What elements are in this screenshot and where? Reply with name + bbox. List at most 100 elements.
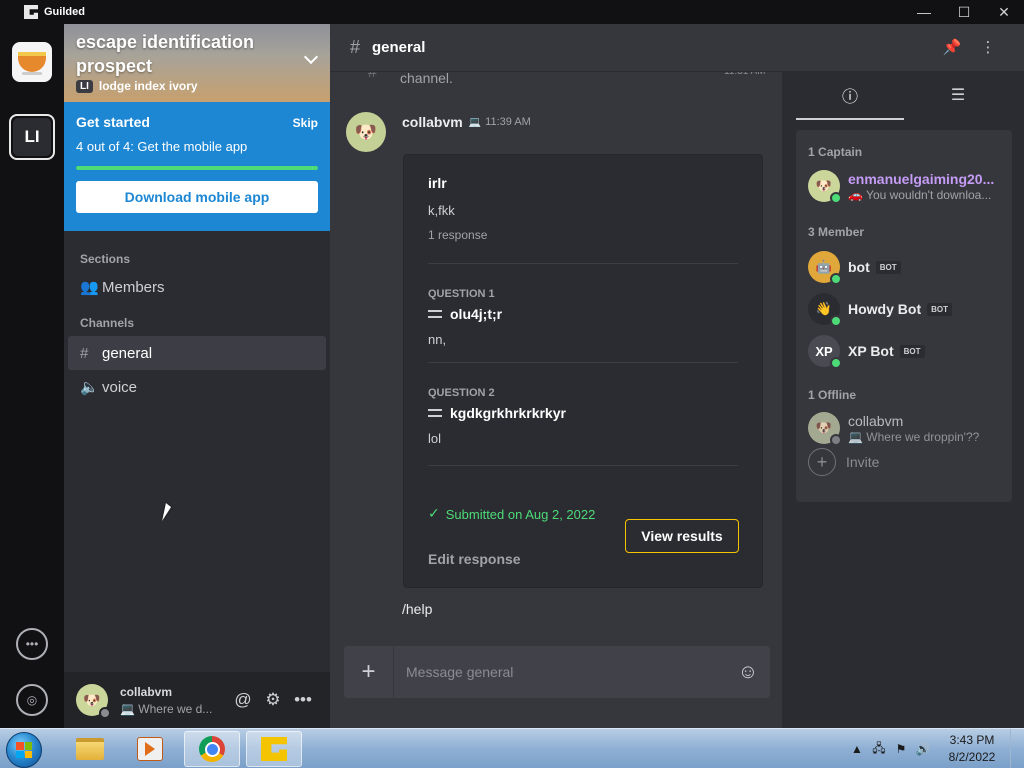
chat-area: # channel. 11:31 AM 🐶 collabvm 💻 11:39 A… (330, 24, 782, 728)
form-description: k,fkk (428, 203, 455, 218)
chat-bubble-icon[interactable]: ••• (16, 628, 48, 660)
avatar: 🤖 (808, 251, 842, 285)
list-item[interactable]: 🐶 collabvm 💻 Where we droppin'?? (808, 412, 1004, 446)
short-answer-icon (428, 310, 442, 318)
invite-button[interactable]: + Invite (808, 448, 879, 476)
close-button[interactable]: ✕ (984, 0, 1024, 24)
list-item[interactable]: 🤖 bot BOT (808, 251, 1004, 285)
server-subtitle-row: LI lodge index ivory (76, 79, 318, 93)
role-heading-captain: 1 Captain (808, 145, 862, 159)
userbar-actions: @ ⚙ ••• (228, 690, 318, 710)
avatar: 👋 (808, 293, 842, 327)
member-name-row: bot BOT (848, 259, 901, 275)
question-answer: lol (428, 431, 442, 446)
channels-heading: Channels (80, 316, 135, 330)
list-item[interactable]: 🐶 enmanuelgaiming20... 🚗 You wouldn't do… (808, 170, 1004, 204)
avatar: 🐶 (808, 412, 842, 446)
server-li-label: LI (13, 118, 51, 156)
plus-icon: + (808, 448, 836, 476)
download-mobile-app-button[interactable]: Download mobile app (76, 181, 318, 213)
minimize-button[interactable]: — (904, 0, 944, 24)
message-author[interactable]: collabvm (402, 114, 463, 130)
sidebar-item-general[interactable]: # general (68, 336, 326, 370)
member-name: XP Bot (848, 343, 894, 359)
sidebar-item-label: Members (102, 278, 165, 296)
taskbar-media-player[interactable] (122, 731, 178, 767)
get-started-step: 4 out of 4: Get the mobile app (76, 139, 248, 154)
bot-badge: BOT (927, 302, 952, 316)
sidebar-item-label: general (102, 344, 153, 362)
tab-threads[interactable]: ☰ (904, 72, 1012, 120)
view-results-button[interactable]: View results (625, 519, 739, 553)
role-count: 3 (808, 225, 815, 239)
taskbar-explorer[interactable] (62, 731, 118, 767)
volume-icon[interactable]: 🔊 (912, 742, 934, 756)
question-title: olu4j;t;r (450, 306, 503, 322)
list-item[interactable]: 👋 Howdy Bot BOT (808, 293, 1004, 327)
server-banner[interactable]: escape identification prospect LI lodge … (64, 24, 330, 102)
user-bar: 🐶 collabvm 💻 Where we d... @ ⚙ ••• (64, 672, 330, 728)
status-dot (830, 357, 842, 369)
message-input[interactable]: Message general (394, 664, 726, 680)
avatar[interactable]: 🐶 (346, 112, 386, 152)
add-attachment-button[interactable]: + (344, 646, 394, 698)
help-message: /help (402, 601, 433, 617)
taskbar-clock[interactable]: 3:43 PM 8/2/2022 (934, 732, 1010, 766)
edit-response-button[interactable]: Edit response (428, 551, 521, 567)
server-li-button[interactable]: LI (9, 114, 55, 160)
avatar: XP (808, 335, 842, 369)
list-indent-icon: ☰ (950, 87, 966, 104)
laptop-icon: 💻 (468, 116, 482, 128)
user-status: 💻 Where we d... (120, 701, 213, 716)
member-name: collabvm (848, 412, 904, 429)
clock-date: 8/2/2022 (948, 750, 996, 764)
member-status: 🚗 You wouldn't downloa... (848, 187, 992, 202)
role-name: Member (818, 225, 865, 239)
member-list: 1 Captain 🐶 enmanuelgaiming20... 🚗 You w… (796, 130, 1012, 502)
member-info: Howdy Bot BOT (848, 301, 952, 317)
message-header: collabvm 💻 11:39 AM (402, 114, 531, 130)
taskbar-guilded[interactable] (246, 731, 302, 767)
windows-logo-icon (16, 742, 32, 758)
chevron-up-icon[interactable]: ▲ (846, 742, 868, 756)
show-desktop-button[interactable] (1010, 729, 1024, 768)
maximize-button[interactable]: ☐ (944, 0, 984, 24)
mention-icon[interactable]: @ (228, 690, 258, 710)
pin-icon[interactable]: 📌 (934, 38, 970, 56)
network-icon[interactable]: 🖧 (868, 739, 890, 760)
status-dot (830, 192, 842, 204)
member-name-row: XP Bot BOT (848, 343, 925, 359)
more-icon[interactable]: ••• (288, 690, 318, 710)
member-name: bot (848, 259, 870, 275)
question-title-row: olu4j;t;r (428, 306, 738, 322)
server-badge: LI (76, 79, 93, 93)
avatar: 🐶 (808, 170, 842, 204)
message-composer: + Message general ☺ (344, 646, 770, 698)
gear-icon[interactable]: ⚙ (258, 690, 288, 710)
member-name: Howdy Bot (848, 301, 922, 317)
member-status: 💻 Where we droppin'?? (848, 429, 980, 444)
chrome-icon (199, 736, 225, 762)
avatar[interactable]: 🐶 (76, 684, 111, 719)
sidebar-item-members[interactable]: 👥 Members (68, 270, 326, 304)
question-label: QUESTION 2 (428, 387, 495, 399)
emoji-icon[interactable]: ☺ (726, 661, 770, 684)
question-title: kgdkgrkhrkrkrkyr (450, 405, 566, 421)
action-center-flag-icon[interactable]: ⚑ (890, 742, 912, 756)
checkmark-icon: ✓ (428, 505, 440, 521)
group-icon[interactable]: ◎ (16, 684, 48, 716)
form-response-count: 1 response (428, 228, 488, 242)
start-button[interactable] (6, 732, 42, 768)
taskbar-chrome[interactable] (184, 731, 240, 767)
list-item[interactable]: XP XP Bot BOT (808, 335, 1004, 369)
hash-icon: # (350, 37, 361, 57)
member-name: enmanuelgaiming20... (848, 170, 995, 187)
role-heading-member: 3 Member (808, 225, 864, 239)
window-title: Guilded (44, 6, 85, 18)
skip-button[interactable]: Skip (293, 116, 318, 130)
divider (428, 263, 738, 264)
sidebar-item-voice[interactable]: 🔈 voice (68, 370, 326, 404)
server-soup-icon[interactable] (12, 42, 52, 82)
kebab-menu-icon[interactable]: ⋮ (970, 38, 1006, 56)
tab-info[interactable]: ⓘ (796, 72, 904, 120)
